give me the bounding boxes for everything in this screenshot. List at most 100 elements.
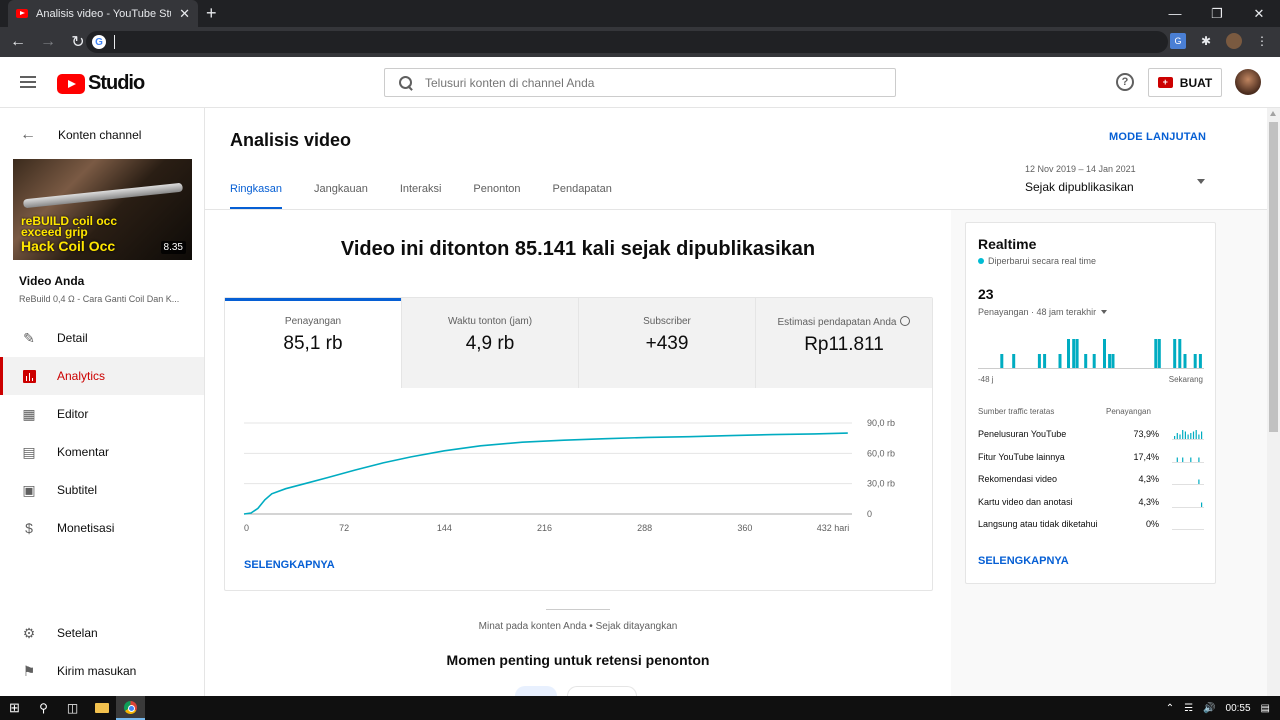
retention-title: Momen penting untuk retensi penonton	[446, 652, 710, 668]
traffic-source-row[interactable]: Penelusuran YouTube 73,9%	[978, 429, 1204, 447]
wifi-icon[interactable]: ☴	[1184, 703, 1193, 714]
traffic-source-name: Kartu video dan anotasi	[978, 496, 1073, 507]
youtube-logo-icon	[57, 73, 85, 94]
date-range-picker[interactable]: 12 Nov 2019 – 14 Jan 2021 Sejak dipublik…	[1025, 164, 1205, 194]
clock-icon	[900, 316, 911, 326]
thumbnail-caption-line3: Hack Coil Occ	[21, 238, 116, 254]
restore-icon[interactable]: ❐	[1196, 0, 1238, 27]
clock-time[interactable]: 00:55	[1226, 703, 1251, 714]
sidebar-item-detail[interactable]: ✎ Detail	[0, 319, 204, 357]
traffic-source-row[interactable]: Langsung atau tidak diketahui 0%	[978, 519, 1204, 537]
create-label: BUAT	[1179, 75, 1213, 90]
metric-tab-penayangan[interactable]: Penayangan 85,1 rb	[225, 298, 401, 388]
metric-label: Waktu tonton (jam)	[447, 316, 533, 327]
traffic-source-row[interactable]: Kartu video dan anotasi 4,3%	[978, 497, 1204, 515]
notification-icon[interactable]: ▤	[1261, 703, 1270, 714]
traffic-header-label: Sumber traffic teratas	[978, 407, 1055, 416]
logo-text: Studio	[88, 72, 145, 94]
traffic-source-percent: 73,9%	[1133, 429, 1159, 439]
search-box[interactable]	[384, 68, 896, 97]
sidebar: ← Konten channel reBUILD coil occ exceed…	[0, 108, 205, 696]
new-tab-button[interactable]: +	[206, 3, 217, 24]
menu-dots-icon[interactable]: ⋮	[1254, 33, 1270, 49]
sidebar-item-analytics[interactable]: Analytics	[0, 357, 204, 395]
chart-y-tick-label: 90,0 rb	[867, 418, 895, 428]
traffic-source-name: Fitur YouTube lainnya	[978, 451, 1065, 462]
realtime-title: Realtime	[978, 236, 1037, 252]
chart-y-tick-label: 30,0 rb	[867, 479, 895, 489]
create-button[interactable]: + BUAT	[1148, 68, 1222, 97]
search-input[interactable]	[425, 75, 865, 90]
views-headline: Video ini ditonton 85.141 kali sejak dip…	[340, 238, 816, 260]
comment-icon: ▤	[22, 443, 36, 460]
close-tab-icon[interactable]: ✕	[179, 6, 190, 22]
sidebar-item-komentar[interactable]: ▤ Komentar	[0, 433, 204, 471]
realtime-status: Diperbarui secara real time	[978, 256, 1096, 266]
chrome-app-icon[interactable]	[116, 696, 145, 720]
realtime-see-more-link[interactable]: SELENGKAPNYA	[978, 555, 1069, 567]
hamburger-menu-icon[interactable]	[20, 76, 36, 91]
browser-tab[interactable]: Analisis video - YouTube Studio ✕	[8, 0, 198, 27]
windows-start-icon[interactable]: ⊞	[0, 696, 29, 720]
traffic-source-name: Penelusuran YouTube	[978, 429, 1067, 439]
tab-ringkasan[interactable]: Ringkasan	[230, 183, 282, 209]
sidebar-item-subtitel[interactable]: ▣ Subtitel	[0, 471, 204, 509]
channel-content-link[interactable]: ← Konten channel	[20, 126, 141, 144]
profile-avatar-icon[interactable]	[1226, 33, 1242, 49]
help-icon[interactable]: ?	[1116, 73, 1134, 91]
task-view-icon[interactable]: ◫	[58, 696, 87, 720]
back-icon[interactable]: ←	[6, 33, 30, 51]
search-icon[interactable]: ⚲	[29, 696, 58, 720]
metric-label: Subscriber	[643, 316, 691, 327]
scrollbar-thumb[interactable]	[1269, 122, 1278, 432]
chart-x-tick-label: 144	[437, 523, 452, 533]
metric-value: 85,1 rb	[283, 333, 343, 354]
account-avatar[interactable]	[1235, 69, 1261, 95]
file-explorer-icon[interactable]	[87, 696, 116, 720]
sidebar-item-kirim-masukan[interactable]: ⚑ Kirim masukan	[0, 652, 204, 690]
sidebar-item-setelan[interactable]: ⚙ Setelan	[0, 614, 204, 652]
video-thumbnail[interactable]: reBUILD coil occ exceed grip Hack Coil O…	[13, 159, 192, 260]
puzzle-icon[interactable]: ✱	[1198, 33, 1214, 49]
google-icon: G	[92, 35, 106, 49]
translate-icon[interactable]: G	[1170, 33, 1186, 49]
metric-tab-pendapatan[interactable]: Estimasi pendapatan Anda Rp11.811	[755, 298, 932, 388]
metric-tab-waktu-tonton[interactable]: Waktu tonton (jam) 4,9 rb	[401, 298, 578, 388]
advanced-mode-button[interactable]: MODE LANJUTAN	[1109, 131, 1206, 143]
realtime-period-dropdown[interactable]: Penayangan · 48 jam terakhir	[978, 307, 1108, 317]
sidebar-item-editor[interactable]: ▦ Editor	[0, 395, 204, 433]
sidebar-item-monetisasi[interactable]: $ Monetisasi	[0, 509, 204, 547]
volume-icon[interactable]: 🔊	[1203, 703, 1215, 714]
sparkline-bar	[1187, 434, 1189, 439]
realtime-bar	[1173, 339, 1177, 368]
sparkline-bar	[1179, 434, 1181, 439]
minimize-icon[interactable]: —	[1154, 0, 1196, 27]
traffic-source-row[interactable]: Fitur YouTube lainnya 17,4%	[978, 452, 1204, 470]
tab-pendapatan[interactable]: Pendapatan	[553, 183, 612, 209]
sidebar-item-label: Detail	[57, 331, 88, 345]
scroll-up-icon[interactable]	[1270, 111, 1276, 116]
traffic-source-name: Langsung atau tidak diketahui	[978, 519, 1098, 529]
sparkline-bar	[1184, 431, 1186, 439]
forward-icon[interactable]: →	[36, 33, 60, 51]
traffic-source-row[interactable]: Rekomendasi video 4,3%	[978, 474, 1204, 492]
tab-jangkauan[interactable]: Jangkauan	[314, 183, 368, 209]
metric-tab-subscriber[interactable]: Subscriber +439	[578, 298, 755, 388]
address-bar[interactable]: G	[86, 31, 1168, 53]
chevron-up-icon[interactable]: ⌃	[1166, 703, 1174, 714]
sidebar-item-label: Komentar	[57, 445, 110, 459]
close-window-icon[interactable]: ✕	[1238, 0, 1280, 27]
page-scrollbar[interactable]	[1267, 108, 1280, 696]
tab-interaksi[interactable]: Interaksi	[400, 183, 442, 209]
main-area: Analisis video MODE LANJUTAN Ringkasan J…	[205, 108, 1267, 700]
studio-logo[interactable]: Studio	[57, 72, 145, 95]
sidebar-menu: ✎ Detail Analytics ▦ Editor ▤ Komentar ▣…	[0, 319, 204, 547]
realtime-bar	[1043, 354, 1047, 368]
sparkline-bar	[1190, 457, 1192, 462]
metric-value: Rp11.811	[804, 334, 884, 355]
traffic-column-label: Penayangan	[1106, 407, 1151, 416]
traffic-source-sparkline	[1172, 457, 1204, 463]
see-more-link[interactable]: SELENGKAPNYA	[244, 559, 335, 571]
tab-penonton[interactable]: Penonton	[473, 183, 520, 209]
traffic-source-percent: 4,3%	[1138, 474, 1159, 484]
